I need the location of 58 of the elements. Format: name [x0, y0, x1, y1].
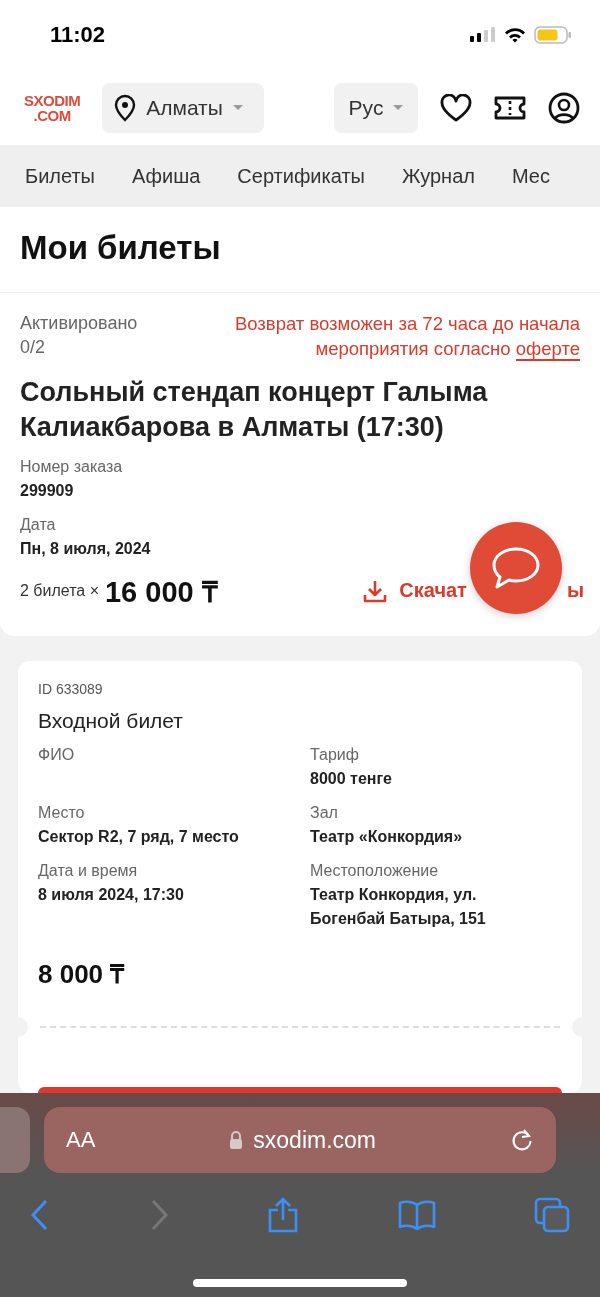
refund-notice: Возврат возможен за 72 часа до начала мероприятия согласно оферте — [233, 312, 580, 361]
field-value: 8000 тенге — [310, 769, 393, 789]
site-logo[interactable]: SXODIM .COM — [24, 92, 81, 123]
download-link-end[interactable]: ы — [566, 579, 584, 602]
field-label: Дата и время — [38, 861, 139, 881]
caret-icon — [393, 105, 404, 110]
reload-icon[interactable] — [510, 1128, 534, 1152]
status-time: 11:02 — [50, 22, 106, 48]
field-label: Местоположение — [310, 861, 440, 881]
chat-bubble-icon — [491, 546, 541, 590]
field-value: Театр «Конкордия» — [310, 827, 464, 847]
field-value: 299909 — [20, 481, 75, 501]
wifi-icon — [504, 27, 526, 43]
heart-icon[interactable] — [440, 93, 472, 122]
user-icon[interactable] — [548, 91, 580, 124]
ticket-icon[interactable] — [494, 94, 526, 121]
field-label: Тариф — [310, 745, 360, 765]
field-label: Дата — [20, 515, 57, 535]
field-value: Сектор R2, 7 ряд, 7 место — [38, 827, 240, 847]
field-value: Театр Конкордия, ул. Богенбай Батыра, 151 — [310, 885, 487, 929]
chat-button[interactable] — [470, 522, 562, 614]
offer-link[interactable]: оферте — [515, 338, 580, 361]
field-value: Пн, 8 июля, 2024 — [20, 539, 152, 559]
field-label: ФИО — [38, 745, 76, 765]
event-title: Сольный стендап концерт Галыма Калиакбарова в Алматы (17:30) — [20, 376, 489, 444]
field-label: Место — [38, 803, 86, 823]
address-bar[interactable]: AA sxodim.com — [44, 1107, 556, 1173]
ticket-quantity: 2 билета × — [20, 581, 99, 600]
nav-link[interactable]: Билеты — [25, 164, 95, 188]
url-text: sxodim.com — [253, 1126, 377, 1154]
language-selector[interactable]: Рус — [334, 82, 418, 133]
signal-icon — [470, 27, 496, 43]
nav-link[interactable]: Афиша — [131, 164, 201, 188]
tabs-icon[interactable] — [534, 1197, 570, 1233]
ticket-type: Входной билет — [38, 709, 184, 733]
download-icon — [363, 578, 388, 603]
bookmarks-icon[interactable] — [397, 1199, 436, 1231]
city-selector[interactable]: Алматы — [102, 82, 265, 133]
field-label: Зал — [310, 803, 339, 823]
text-size-button[interactable]: AA — [66, 1127, 96, 1153]
download-link[interactable]: Скачат — [363, 578, 467, 603]
activated-count: 0/2 — [20, 336, 47, 359]
activated-label: Активировано — [20, 312, 138, 335]
location-pin-icon — [114, 93, 137, 122]
back-icon[interactable] — [30, 1199, 50, 1231]
battery-icon — [534, 26, 572, 44]
page-title: Мои билеты — [0, 207, 600, 292]
ticket-id: ID 633089 — [38, 681, 104, 697]
ticket-price: 8 000 ₸ — [38, 958, 126, 991]
caret-icon — [232, 105, 243, 110]
nav-link[interactable]: Сертификаты — [237, 164, 365, 188]
field-value: 8 июля 2024, 17:30 — [38, 885, 185, 905]
field-label: Номер заказа — [20, 457, 124, 477]
nav-link[interactable]: Журнал — [401, 164, 475, 188]
order-total: 16 000 ₸ — [105, 575, 218, 610]
lock-icon — [229, 1131, 244, 1149]
nav-link[interactable]: Мес — [511, 164, 550, 188]
share-icon[interactable] — [267, 1197, 299, 1233]
